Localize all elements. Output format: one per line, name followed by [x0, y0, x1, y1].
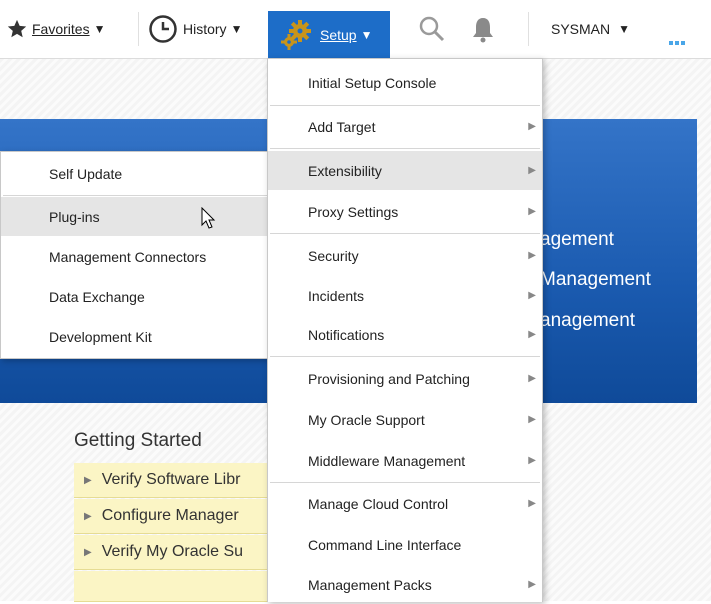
- menu-separator: [270, 356, 540, 357]
- menu-item-label: My Oracle Support: [308, 411, 425, 428]
- submenu-item-label: Plug-ins: [49, 208, 100, 225]
- extensibility-submenu: Self Update Plug-ins Management Connecto…: [0, 151, 270, 359]
- menu-item-label: Extensibility: [308, 162, 382, 179]
- menu-item-middleware-management[interactable]: Middleware Management ▶: [268, 441, 542, 480]
- submenu-arrow-icon: ▶: [528, 414, 536, 425]
- menu-item-label: Proxy Settings: [308, 203, 399, 220]
- submenu-arrow-icon: ▶: [528, 206, 536, 217]
- menu-separator: [3, 195, 267, 196]
- submenu-arrow-icon: ▶: [528, 329, 536, 340]
- submenu-item-label: Management Connectors: [49, 248, 207, 265]
- menu-item-my-oracle-support[interactable]: My Oracle Support ▶: [268, 400, 542, 439]
- notifications-button[interactable]: [470, 0, 496, 58]
- submenu-arrow-icon: ▶: [528, 250, 536, 261]
- getting-started-heading: Getting Started: [74, 430, 202, 451]
- setup-menu-button[interactable]: Setup ▼: [268, 11, 390, 58]
- expand-triangle-icon: ▶: [84, 474, 92, 486]
- setup-dropdown-menu: Initial Setup Console Add Target ▶ Exten…: [267, 58, 543, 602]
- chevron-down-icon: ▼: [93, 22, 106, 36]
- menu-item-label: Command Line Interface: [308, 536, 462, 553]
- expand-triangle-icon: ▶: [84, 510, 92, 522]
- menu-separator: [270, 105, 540, 106]
- history-menu-button[interactable]: History ▼: [148, 0, 242, 58]
- bell-icon: [473, 18, 493, 43]
- menu-item-initial-setup-console[interactable]: Initial Setup Console: [268, 63, 542, 102]
- more-options-icon[interactable]: [669, 32, 693, 45]
- toolbar-divider: [138, 12, 139, 46]
- menu-item-label: Security: [308, 247, 359, 264]
- menu-item-management-packs[interactable]: Management Packs ▶: [268, 565, 542, 604]
- getting-started-link[interactable]: [74, 571, 274, 602]
- menu-item-label: Incidents: [308, 287, 365, 304]
- banner-text-line: agement: [540, 229, 614, 250]
- submenu-arrow-icon: ▶: [528, 455, 536, 466]
- menu-item-manage-cloud-control[interactable]: Manage Cloud Control ▶: [268, 484, 542, 523]
- menu-item-label: Notifications: [308, 326, 385, 343]
- submenu-arrow-icon: ▶: [528, 579, 536, 590]
- getting-started-link-label: Verify My Oracle Su: [101, 543, 244, 560]
- submenu-item-management-connectors[interactable]: Management Connectors: [1, 237, 269, 276]
- getting-started-link[interactable]: ▶ Verify Software Libr: [74, 463, 274, 498]
- clock-icon: [149, 15, 177, 43]
- submenu-arrow-icon: ▶: [528, 121, 536, 132]
- getting-started-link[interactable]: ▶ Configure Manager: [74, 499, 274, 534]
- menu-item-incidents[interactable]: Incidents ▶: [268, 276, 542, 315]
- menu-item-command-line-interface[interactable]: Command Line Interface: [268, 525, 542, 564]
- favorites-menu-button[interactable]: Favorites ▼: [6, 0, 105, 58]
- submenu-item-data-exchange[interactable]: Data Exchange: [1, 277, 269, 316]
- menu-item-provisioning-and-patching[interactable]: Provisioning and Patching ▶: [268, 359, 542, 398]
- submenu-item-label: Development Kit: [49, 328, 152, 345]
- submenu-arrow-icon: ▶: [528, 290, 536, 301]
- user-name: SYSMAN: [551, 21, 611, 37]
- chevron-down-icon: ▼: [618, 22, 631, 36]
- mouse-cursor-icon: [201, 207, 216, 229]
- menu-item-extensibility[interactable]: Extensibility ▶: [268, 151, 542, 190]
- submenu-item-plug-ins[interactable]: Plug-ins: [1, 197, 269, 236]
- submenu-item-self-update[interactable]: Self Update: [1, 154, 269, 193]
- toolbar-divider: [528, 12, 529, 46]
- submenu-item-label: Data Exchange: [49, 288, 145, 305]
- getting-started-link-label: Verify Software Libr: [101, 471, 241, 488]
- chevron-down-icon: ▼: [360, 27, 373, 42]
- submenu-item-development-kit[interactable]: Development Kit: [1, 317, 269, 356]
- expand-triangle-icon: ▶: [84, 546, 92, 558]
- banner-text-line: Management: [540, 269, 651, 290]
- menu-item-security[interactable]: Security ▶: [268, 236, 542, 275]
- menu-item-add-target[interactable]: Add Target ▶: [268, 107, 542, 146]
- menu-item-label: Manage Cloud Control: [308, 495, 449, 512]
- submenu-arrow-icon: ▶: [528, 498, 536, 509]
- menu-item-notifications[interactable]: Notifications ▶: [268, 315, 542, 354]
- menu-item-proxy-settings[interactable]: Proxy Settings ▶: [268, 192, 542, 231]
- submenu-arrow-icon: ▶: [528, 373, 536, 384]
- menu-separator: [270, 233, 540, 234]
- getting-started-link[interactable]: ▶ Verify My Oracle Su: [74, 535, 274, 570]
- chevron-down-icon: ▼: [230, 22, 243, 36]
- user-menu-button[interactable]: SYSMAN ▼: [551, 0, 630, 58]
- menu-separator: [270, 148, 540, 149]
- setup-label: Setup: [320, 26, 357, 43]
- menu-item-label: Add Target: [308, 118, 376, 135]
- menu-item-label: Provisioning and Patching: [308, 370, 470, 387]
- submenu-item-label: Self Update: [49, 165, 123, 182]
- top-toolbar: Favorites ▼ History ▼ Setup ▼ SYSMAN ▼: [0, 0, 711, 59]
- favorites-label: Favorites: [32, 21, 90, 37]
- banner-text-line: anagement: [540, 310, 636, 331]
- star-icon: [7, 19, 27, 38]
- menu-item-label: Management Packs: [308, 576, 432, 593]
- menu-item-label: Initial Setup Console: [308, 74, 437, 91]
- history-label: History: [183, 21, 227, 37]
- submenu-arrow-icon: ▶: [528, 165, 536, 176]
- menu-separator: [270, 482, 540, 483]
- menu-item-label: Middleware Management: [308, 452, 466, 469]
- search-button[interactable]: [418, 0, 446, 58]
- gear-icon: [281, 19, 311, 50]
- search-icon: [419, 16, 445, 42]
- getting-started-link-label: Configure Manager: [101, 507, 239, 524]
